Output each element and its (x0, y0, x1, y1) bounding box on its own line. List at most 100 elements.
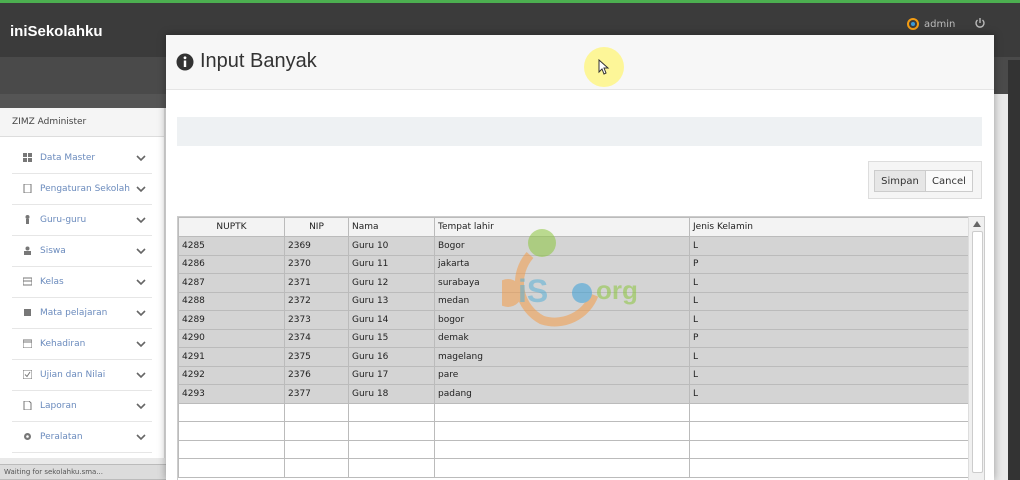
sidebar-item-kelas[interactable]: Kelas (12, 267, 152, 298)
checkbox-icon (23, 370, 32, 379)
table-cell[interactable]: 4285 (178, 236, 285, 256)
person-icon (25, 215, 30, 224)
empty-table-row (178, 402, 969, 422)
table-row: 4293 2377 Guru 18 padang L (178, 384, 969, 404)
table-cell[interactable]: magelang (434, 347, 690, 367)
column-header-nama[interactable]: Nama (348, 217, 435, 237)
table-cell[interactable]: 2376 (284, 365, 349, 385)
sidebar-item-laporan[interactable]: Laporan (12, 391, 152, 422)
table-cell[interactable]: 4287 (178, 273, 285, 293)
table-cell[interactable] (434, 421, 690, 441)
table-cell[interactable]: L (689, 291, 969, 311)
table-cell[interactable] (178, 402, 285, 422)
page-scrollbar[interactable] (1008, 60, 1020, 480)
sidebar-item-pengaturan-sekolah[interactable]: Pengaturan Sekolah (12, 174, 152, 205)
table-cell[interactable] (434, 439, 690, 459)
chevron-down-icon (136, 310, 146, 317)
table-cell[interactable] (689, 458, 969, 478)
power-icon[interactable] (974, 17, 986, 29)
sidebar: ZIMZ Administer Data Master Pengaturan S… (0, 108, 165, 458)
column-header-nuptk[interactable]: NUPTK (178, 217, 285, 237)
table-row: 4291 2375 Guru 16 magelang L (178, 347, 969, 367)
table-cell[interactable]: Guru 14 (348, 310, 435, 330)
table-cell[interactable]: 4286 (178, 254, 285, 274)
user-menu[interactable]: admin (906, 17, 955, 31)
table-cell[interactable]: 4289 (178, 310, 285, 330)
table-cell[interactable] (348, 421, 435, 441)
table-cell[interactable]: P (689, 254, 969, 274)
table-cell[interactable]: 2371 (284, 273, 349, 293)
table-cell[interactable] (284, 421, 349, 441)
sidebar-menu: Data Master Pengaturan Sekolah Guru-guru… (0, 143, 164, 453)
table-cell[interactable] (689, 439, 969, 459)
table-cell[interactable]: Guru 18 (348, 384, 435, 404)
table-cell[interactable] (348, 402, 435, 422)
table-cell[interactable]: 4290 (178, 328, 285, 348)
scroll-up-arrow-icon[interactable] (973, 221, 981, 227)
table-cell[interactable] (178, 421, 285, 441)
column-header-nip[interactable]: NIP (284, 217, 349, 237)
sidebar-item-ujian-dan-nilai[interactable]: Ujian dan Nilai (12, 360, 152, 391)
table-cell[interactable]: pare (434, 365, 690, 385)
table-cell[interactable]: 4288 (178, 291, 285, 311)
sidebar-item-kehadiran[interactable]: Kehadiran (12, 329, 152, 360)
modal-title-text: Input Banyak (200, 50, 317, 72)
table-cell[interactable] (689, 402, 969, 422)
sidebar-item-label: Data Master (40, 153, 96, 163)
table-cell[interactable] (178, 458, 285, 478)
table-cell[interactable]: L (689, 273, 969, 293)
table-cell[interactable]: 2369 (284, 236, 349, 256)
table-cell[interactable]: 2375 (284, 347, 349, 367)
table-cell[interactable]: 2373 (284, 310, 349, 330)
book-icon (24, 309, 31, 316)
sidebar-item-peralatan[interactable]: Peralatan (12, 422, 152, 453)
app-brand[interactable]: iniSekolahku (10, 23, 103, 40)
table-icon (23, 277, 32, 286)
column-header-jenis-kelamin[interactable]: Jenis Kelamin (689, 217, 969, 237)
mouse-pointer-icon (598, 59, 610, 75)
table-cell[interactable] (434, 458, 690, 478)
table-cell[interactable]: Guru 13 (348, 291, 435, 311)
table-cell[interactable]: L (689, 236, 969, 256)
table-cell[interactable] (689, 421, 969, 441)
table-cell[interactable]: Guru 15 (348, 328, 435, 348)
table-cell[interactable]: 4291 (178, 347, 285, 367)
sidebar-item-data-master[interactable]: Data Master (12, 143, 152, 174)
table-cell[interactable]: L (689, 310, 969, 330)
table-cell[interactable]: L (689, 347, 969, 367)
table-cell[interactable] (284, 458, 349, 478)
table-cell[interactable]: Guru 16 (348, 347, 435, 367)
table-cell[interactable]: padang (434, 384, 690, 404)
table-cell[interactable] (178, 439, 285, 459)
info-bar (177, 117, 982, 146)
input-banyak-modal: Input Banyak Simpan Cancel NUPTK NIP Nam… (166, 35, 994, 480)
table-cell[interactable]: 4292 (178, 365, 285, 385)
sidebar-item-guru-guru[interactable]: Guru-guru (12, 205, 152, 236)
table-cell[interactable]: 2370 (284, 254, 349, 274)
table-cell[interactable]: 2374 (284, 328, 349, 348)
table-cell[interactable]: 2372 (284, 291, 349, 311)
table-cell[interactable] (284, 439, 349, 459)
table-cell[interactable] (284, 402, 349, 422)
table-cell[interactable]: P (689, 328, 969, 348)
grid-scrollbar[interactable] (968, 217, 984, 480)
watermark-org: org (596, 275, 638, 305)
sidebar-item-mata-pelajaran[interactable]: Mata pelajaran (12, 298, 152, 329)
document-icon (23, 184, 32, 193)
table-cell[interactable]: L (689, 384, 969, 404)
scrollbar-thumb[interactable] (972, 231, 983, 473)
table-cell[interactable] (434, 402, 690, 422)
table-cell[interactable]: 4293 (178, 384, 285, 404)
table-cell[interactable]: Guru 12 (348, 273, 435, 293)
chevron-down-icon (136, 279, 146, 286)
table-cell[interactable]: Guru 10 (348, 236, 435, 256)
save-button[interactable]: Simpan (874, 170, 926, 192)
table-cell[interactable]: L (689, 365, 969, 385)
table-cell[interactable]: 2377 (284, 384, 349, 404)
sidebar-item-siswa[interactable]: Siswa (12, 236, 152, 267)
cancel-button[interactable]: Cancel (925, 170, 973, 192)
table-cell[interactable]: Guru 17 (348, 365, 435, 385)
table-cell[interactable] (348, 439, 435, 459)
table-cell[interactable]: Guru 11 (348, 254, 435, 274)
table-cell[interactable] (348, 458, 435, 478)
